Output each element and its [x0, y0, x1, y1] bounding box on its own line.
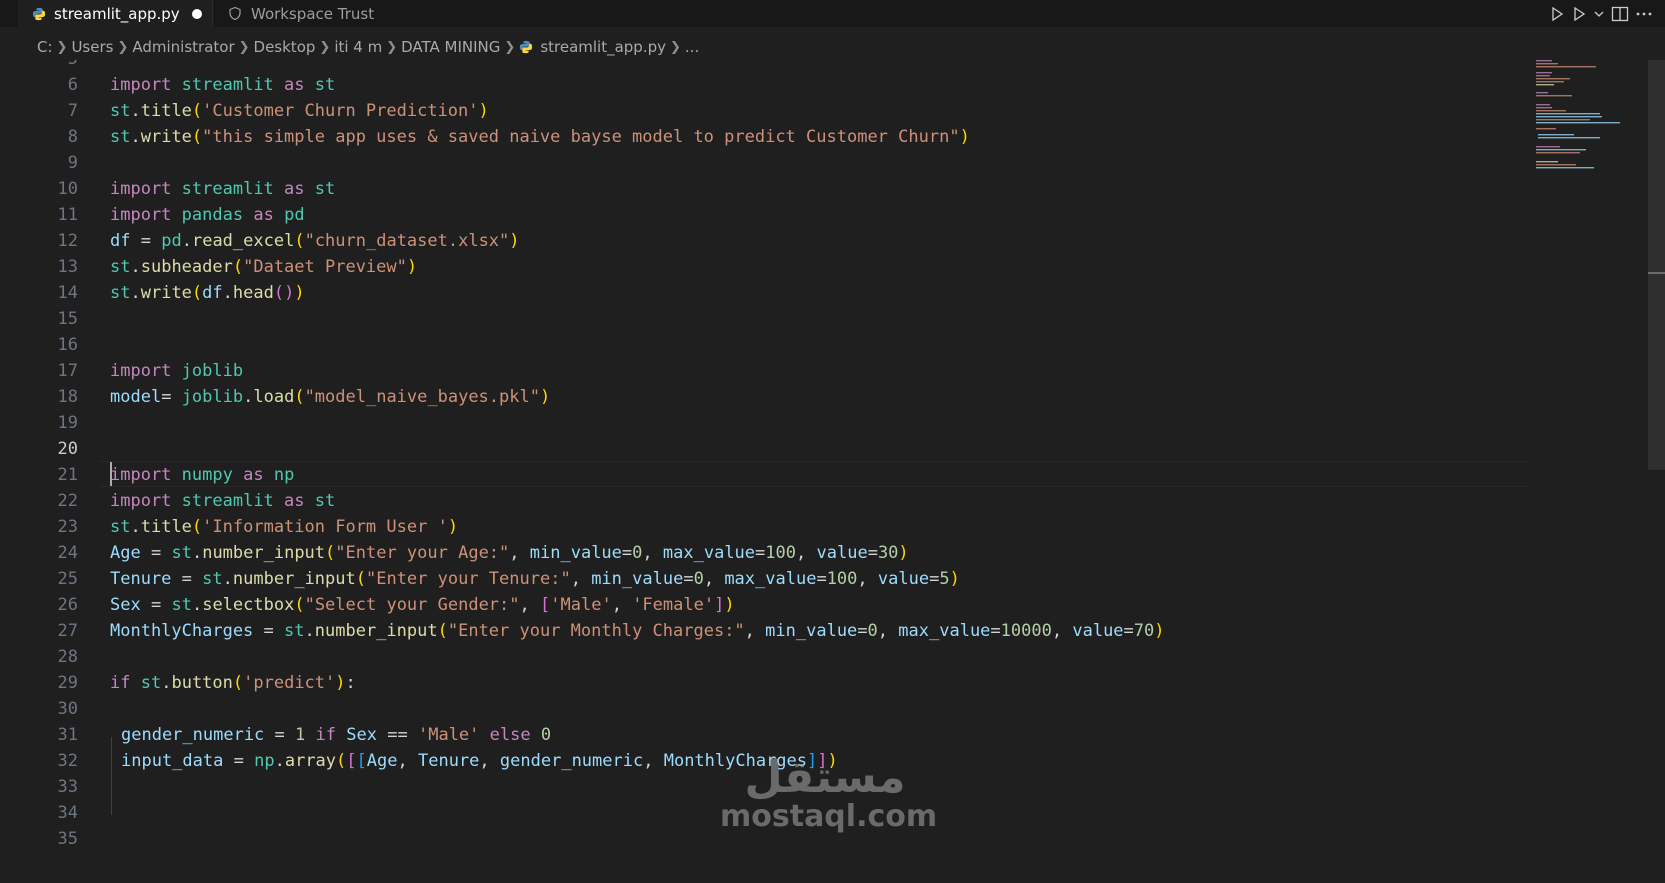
chevron-down-icon[interactable]: [1593, 3, 1605, 25]
line-number: 21: [57, 465, 78, 485]
code-line: st.subheader("Dataet Preview"): [110, 257, 418, 277]
current-line-highlight: [100, 461, 1528, 487]
chevron-right-icon: ❯: [386, 39, 398, 55]
breadcrumb-item-data-mining[interactable]: DATA MINING: [401, 38, 500, 56]
line-number: 30: [57, 699, 78, 719]
line-number: 19: [57, 413, 78, 433]
breadcrumb-label: DATA MINING: [401, 38, 501, 56]
breadcrumb-item-desktop[interactable]: Desktop: [254, 38, 316, 56]
tab-bar: streamlit_app.py Workspace Trust: [0, 0, 1665, 27]
more-actions-icon[interactable]: [1635, 3, 1653, 25]
watermark-logo: مستقل: [744, 752, 906, 803]
breadcrumb-item-symbols[interactable]: ...: [685, 38, 699, 56]
code-line: st.title('Information Form User '): [110, 517, 459, 537]
line-number: 26: [57, 595, 78, 615]
tab-workspace-trust[interactable]: Workspace Trust: [212, 0, 408, 27]
line-number: 25: [57, 569, 78, 589]
line-number: 7: [67, 101, 78, 121]
line-number: 33: [57, 777, 78, 797]
code-line: gender_numeric = 1 if Sex == 'Male' else…: [121, 725, 552, 745]
scrollbar-thumb[interactable]: [1648, 60, 1665, 470]
breadcrumb-label: C:: [37, 38, 53, 56]
code-line: import streamlit as st: [110, 75, 336, 95]
code-line: Sex = st.selectbox("Select your Gender:"…: [110, 595, 735, 615]
line-number: 27: [57, 621, 78, 641]
line-number: 12: [57, 231, 78, 251]
code-line: import numpy as np: [110, 465, 295, 485]
watermark: مستقل mostaql.com: [720, 752, 938, 834]
split-editor-icon[interactable]: [1611, 3, 1629, 25]
python-file-icon: [32, 7, 46, 20]
code-line: st.title('Customer Churn Prediction'): [110, 101, 489, 121]
breadcrumb-item-users[interactable]: Users: [71, 38, 113, 56]
line-number: 10: [57, 179, 78, 199]
run-debug-icon[interactable]: [1571, 3, 1587, 25]
code-line: import streamlit as st: [110, 491, 336, 511]
scrollbar-cursor-marker: [1648, 272, 1665, 274]
breadcrumb-label: iti 4 m: [334, 38, 383, 56]
code-line: Tenure = st.number_input("Enter your Ten…: [110, 569, 960, 589]
code-line: if st.button('predict'):: [110, 673, 356, 693]
breadcrumb-item-file[interactable]: streamlit_app.py: [519, 38, 666, 56]
line-number: 5: [20, 60, 78, 72]
code-line: df = pd.read_excel("churn_dataset.xlsx"): [110, 231, 520, 251]
line-number: 16: [57, 335, 78, 355]
chevron-right-icon: ❯: [56, 39, 68, 55]
code-line: import pandas as pd: [110, 205, 305, 225]
line-number: 9: [67, 153, 78, 173]
line-number: 29: [57, 673, 78, 693]
chevron-right-icon: ❯: [670, 39, 681, 55]
breadcrumb-label: ...: [684, 38, 700, 56]
breadcrumb-label: Desktop: [253, 38, 316, 56]
line-number: 28: [57, 647, 78, 667]
chevron-right-icon: ❯: [117, 39, 129, 55]
breadcrumb-label: streamlit_app.py: [540, 38, 666, 56]
breadcrumb-item-iti[interactable]: iti 4 m: [334, 38, 382, 56]
code-line: import streamlit as st: [110, 179, 336, 199]
line-number: 22: [57, 491, 78, 511]
breadcrumb-label: Users: [71, 38, 114, 56]
line-number: 35: [57, 829, 78, 849]
minimap[interactable]: [1530, 60, 1650, 883]
watermark-url: mostaql.com: [720, 799, 938, 834]
python-file-icon: [520, 40, 533, 54]
line-number: 17: [57, 361, 78, 381]
line-number: 8: [67, 127, 78, 147]
tab-label: Workspace Trust: [251, 4, 375, 23]
unsaved-dot-icon[interactable]: [191, 8, 202, 19]
line-number: 31: [57, 725, 78, 745]
indent-guide: [111, 737, 112, 815]
line-number: 24: [57, 543, 78, 563]
run-icon[interactable]: [1549, 3, 1565, 25]
breadcrumb-label: Administrator: [132, 38, 235, 56]
code-line: import joblib: [110, 361, 244, 381]
shield-icon: [229, 7, 241, 20]
tab-streamlit-app[interactable]: streamlit_app.py: [18, 0, 212, 27]
line-number: 6: [67, 75, 78, 95]
breadcrumb-item-drive[interactable]: C:: [37, 38, 53, 56]
chevron-right-icon: ❯: [319, 39, 331, 55]
code-line: st.write(df.head()): [110, 283, 305, 303]
chevron-right-icon: ❯: [238, 39, 250, 55]
line-number: 11: [57, 205, 78, 225]
code-line: MonthlyCharges = st.number_input("Enter …: [110, 621, 1165, 641]
tab-label: streamlit_app.py: [54, 4, 180, 23]
chevron-right-icon: ❯: [504, 39, 516, 55]
code-line: st.write("this simple app uses & saved n…: [110, 127, 970, 147]
line-number: 13: [57, 257, 78, 277]
line-number: 32: [57, 751, 78, 771]
line-number: 18: [57, 387, 78, 407]
editor-actions: [1549, 0, 1665, 27]
breadcrumb-item-administrator[interactable]: Administrator: [132, 38, 234, 56]
code-line: Age = st.number_input("Enter your Age:",…: [110, 543, 909, 563]
line-number: 20: [57, 439, 78, 459]
line-number: 14: [57, 283, 78, 303]
line-number: 34: [57, 803, 78, 823]
line-number: 15: [57, 309, 78, 329]
line-number: 23: [57, 517, 78, 537]
code-line: model= joblib.load("model_naive_bayes.pk…: [110, 387, 551, 407]
